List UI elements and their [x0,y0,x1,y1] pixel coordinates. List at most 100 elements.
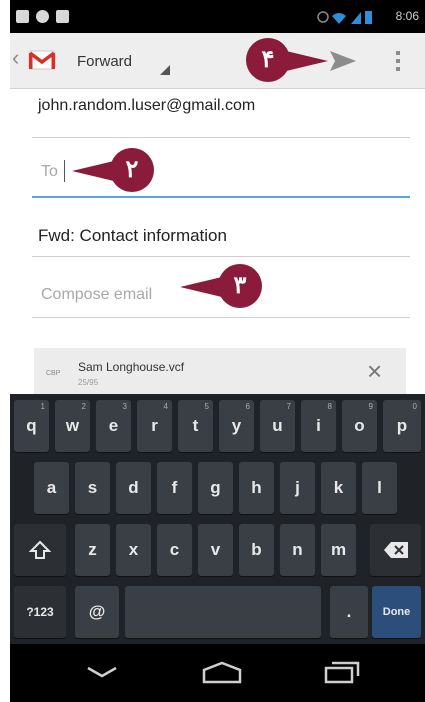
key-label: d [128,478,139,497]
key-s[interactable]: s [75,462,110,514]
key-label: c [169,540,180,559]
attachment-card[interactable]: CBP Sam Longhouse.vcf 25/95 × [34,348,406,394]
key-hint: 7 [286,402,291,411]
key-i[interactable]: i8 [301,400,336,452]
divider [32,317,410,318]
key-label: r [151,416,158,435]
key-w[interactable]: w2 [55,400,90,452]
done-key[interactable]: Done [372,586,421,638]
key-label: w [65,416,80,435]
callout-to: ۲ [72,148,156,194]
backspace-key[interactable] [370,524,421,576]
key-t[interactable]: t5 [178,400,213,452]
key-label: a [46,478,57,497]
key-h[interactable]: h [239,462,274,514]
key-x[interactable]: x [116,524,151,576]
space-key[interactable] [125,586,321,638]
recent-apps-icon[interactable] [322,658,362,686]
to-field[interactable]: To [41,163,58,181]
shift-icon [29,540,51,559]
action-bar: ‹ Forward [10,33,425,89]
back-chevron-icon[interactable]: ‹ [12,45,19,71]
divider [32,137,410,138]
key-m[interactable]: m [321,524,356,576]
key-label: b [251,540,262,559]
attachment-filename: Sam Longhouse.vcf [78,360,185,374]
key-label: f [171,478,178,497]
home-icon[interactable] [200,660,244,684]
key-l[interactable]: l [362,462,397,514]
spinner-corner-icon [160,65,170,75]
key-r[interactable]: r4 [137,400,172,452]
period-key[interactable]: . [330,586,368,638]
key-v[interactable]: v [198,524,233,576]
key-label: q [26,416,37,435]
text-cursor [64,160,65,182]
key-label: m [330,540,347,559]
key-k[interactable]: k [321,462,356,514]
phone-screen: 8:06 ‹ Forward ۴ john.random.luser@gmail… [0,0,425,702]
key-label: g [210,478,221,497]
key-label: e [108,416,119,435]
key-label: v [210,540,221,559]
key-z[interactable]: z [75,524,110,576]
subject-field[interactable]: Fwd: Contact information [38,226,227,246]
hide-keyboard-icon[interactable] [85,665,119,679]
key-label: . [346,602,352,621]
key-label: y [231,416,242,435]
key-y[interactable]: y6 [219,400,254,452]
forward-mode-label[interactable]: Forward [77,53,132,70]
key-label: @ [88,602,106,621]
key-hint: 5 [204,402,209,411]
key-n[interactable]: n [280,524,315,576]
key-j[interactable]: j [280,462,315,514]
notification-icon [16,10,29,23]
key-g[interactable]: g [198,462,233,514]
file-type-icon: CBP [46,370,61,377]
backspace-icon [383,542,408,558]
key-label: s [87,478,98,497]
key-label: i [316,416,321,435]
clock: 8:06 [395,9,419,23]
key-e[interactable]: e3 [96,400,131,452]
soft-keyboard: q1 w2 e3 r4 t5 y6 u7 i8 o9 p0 a s d f g … [10,394,425,644]
key-label: o [354,416,365,435]
to-field-underline [32,196,410,198]
key-f[interactable]: f [157,462,192,514]
key-label: p [396,416,408,435]
key-label: j [295,478,300,497]
callout-send: ۴ [246,38,356,84]
key-b[interactable]: b [239,524,274,576]
shift-key[interactable] [14,524,66,576]
navigation-bar [10,644,425,702]
status-bar: 8:06 [10,0,425,33]
notification-icon [36,10,49,23]
overflow-menu-icon[interactable] [394,49,402,73]
key-hint: 2 [81,402,86,411]
key-label: l [377,478,382,497]
from-account[interactable]: john.random.luser@gmail.com [38,97,255,115]
key-hint: 9 [368,402,373,411]
key-hint: 6 [245,402,250,411]
key-label: z [88,540,97,559]
symbols-key[interactable]: ?123 [14,586,66,638]
notification-icon [56,10,69,23]
callout-number: ۳ [218,264,262,308]
key-q[interactable]: q1 [14,400,49,452]
remove-attachment-icon[interactable]: × [367,358,382,384]
key-label: k [333,478,344,497]
key-o[interactable]: o9 [342,400,377,452]
key-label: h [251,478,262,497]
key-u[interactable]: u7 [260,400,295,452]
at-key[interactable]: @ [75,586,119,638]
key-label: t [192,416,199,435]
key-p[interactable]: p0 [383,400,421,452]
key-c[interactable]: c [157,524,192,576]
gmail-icon[interactable] [28,49,56,71]
callout-number: ۲ [110,148,154,192]
key-label: n [292,540,303,559]
compose-field[interactable]: Compose email [41,286,152,304]
key-label: x [128,540,139,559]
key-a[interactable]: a [34,462,69,514]
key-d[interactable]: d [116,462,151,514]
